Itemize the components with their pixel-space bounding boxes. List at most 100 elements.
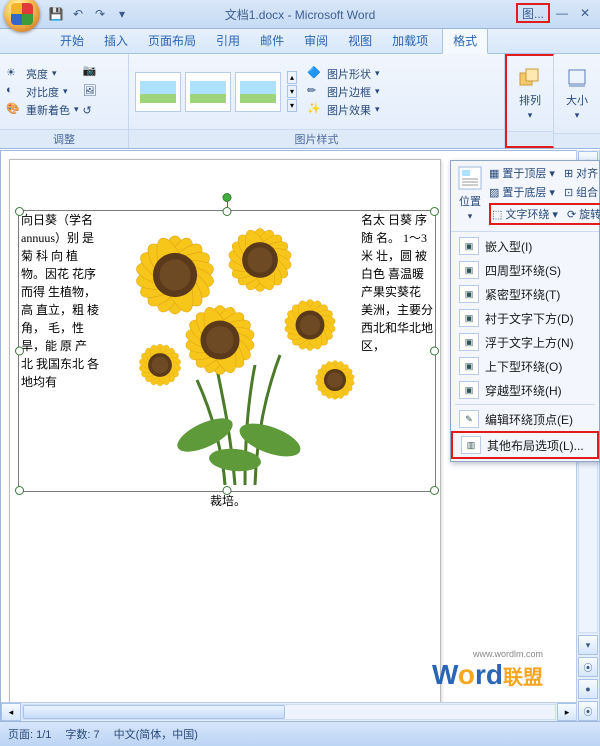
wrap-front[interactable]: ▣浮于文字上方(N) (451, 330, 599, 354)
save-icon[interactable]: 💾 (48, 6, 64, 22)
style-thumb-2[interactable] (185, 72, 231, 112)
edit-wrap-points[interactable]: ✎编辑环绕顶点(E) (451, 407, 599, 431)
edit-points-icon: ✎ (459, 410, 479, 428)
wrap-inline[interactable]: ▣嵌入型(I) (451, 234, 599, 258)
picture-shape-button[interactable]: 🔷图片形状 ▾ (307, 66, 380, 82)
status-language[interactable]: 中文(简体，中国) (114, 726, 198, 742)
tab-references[interactable]: 引用 (206, 28, 250, 53)
rotate-handle[interactable] (223, 193, 232, 202)
brightness-icon: ☀ (6, 66, 22, 82)
picture-effects-button[interactable]: ✨图片效果 ▾ (307, 102, 380, 118)
contrast-button[interactable]: ◐对比度 ▾ (6, 84, 79, 100)
more-layout-options[interactable]: ▥其他布局选项(L)... (451, 431, 599, 459)
position-icon (457, 165, 483, 191)
doc-text-left: 向日葵（学名 annuus）别 是 菊 科 向 植物。因花 花序而得 生植物，高… (21, 211, 101, 391)
undo-icon[interactable]: ↶ (70, 6, 86, 22)
chevron-down-icon: ▾ (575, 110, 580, 121)
compress-icon[interactable]: 📷 (83, 64, 99, 80)
tab-view[interactable]: 视图 (338, 28, 382, 53)
status-bar: 页面: 1/1 字数: 7 中文(简体，中国) (0, 721, 600, 746)
tab-home[interactable]: 开始 (50, 28, 94, 53)
selected-image-frame[interactable]: 向日葵（学名 annuus）别 是 菊 科 向 植物。因花 花序而得 生植物，高… (18, 210, 436, 492)
status-word-count[interactable]: 字数: 7 (65, 726, 99, 742)
sunflower-image (105, 205, 365, 485)
group-icon: ⊡ (564, 186, 573, 199)
size-button[interactable]: 大小 ▾ (555, 62, 599, 125)
resize-handle-l[interactable] (15, 347, 24, 356)
tab-insert[interactable]: 插入 (94, 28, 138, 53)
titlebar: 💾 ↶ ↷ ▾ 文档1.docx - Microsoft Word 图... —… (0, 0, 600, 29)
chevron-down-icon: ▾ (528, 110, 533, 121)
scroll-down-icon[interactable]: ▾ (578, 635, 598, 655)
text-wrapping-button[interactable]: ⬚文字环绕▾ ⟳旋转▾ (489, 203, 600, 225)
recolor-icon: 🎨 (6, 102, 22, 118)
picture-tools-tab[interactable]: 图... (516, 3, 550, 23)
office-button[interactable] (4, 0, 40, 32)
picture-border-button[interactable]: ✏图片边框 ▾ (307, 84, 380, 100)
picture-shape-icon: 🔷 (307, 66, 323, 82)
wrap-square-icon: ▣ (459, 261, 479, 279)
tab-addin[interactable]: 加载项 (382, 28, 438, 53)
wrap-top-bottom[interactable]: ▣上下型环绕(O) (451, 354, 599, 378)
wrap-tight[interactable]: ▣紧密型环绕(T) (451, 282, 599, 306)
group-size: 大小 ▾ (554, 54, 600, 148)
brightness-button[interactable]: ☀亮度 ▾ (6, 66, 79, 82)
resize-handle-tr[interactable] (430, 207, 439, 216)
browse-object-icon[interactable]: ● (578, 679, 598, 699)
group-arrange: 排列 ▾ (505, 54, 554, 148)
prev-page-icon[interactable]: ⦿ (578, 657, 598, 677)
change-picture-icon[interactable]: 🖼 (83, 84, 99, 100)
tab-review[interactable]: 审阅 (294, 28, 338, 53)
align-icon: ⊞ (564, 167, 573, 180)
styles-more-icon[interactable]: ▾ (287, 99, 297, 112)
reset-picture-icon[interactable]: ↺ (83, 104, 99, 120)
rotate-icon: ⟳ (567, 208, 576, 221)
horizontal-scrollbar[interactable]: ◂ ▸ (1, 702, 577, 721)
arrange-popout: 位置▾ ▦置于顶层▾ ⊞对齐▾ ▨置于底层▾ ⊡组合▾ ⬚文字环绕▾ ⟳旋转▾ … (450, 160, 600, 462)
redo-icon[interactable]: ↷ (92, 6, 108, 22)
group-styles-label: 图片样式 (129, 129, 504, 148)
resize-handle-tl[interactable] (15, 207, 24, 216)
style-thumb-3[interactable] (235, 72, 281, 112)
resize-handle-r[interactable] (430, 347, 439, 356)
watermark: www.wordlm.com Word联盟 (432, 659, 543, 691)
recolor-button[interactable]: 🎨重新着色 ▾ (6, 102, 79, 118)
wrap-tight-icon: ▣ (459, 285, 479, 303)
wrap-through[interactable]: ▣穿越型环绕(H) (451, 378, 599, 402)
status-page[interactable]: 页面: 1/1 (8, 726, 51, 742)
wrap-front-icon: ▣ (459, 333, 479, 351)
tab-mailings[interactable]: 邮件 (250, 28, 294, 53)
bring-to-front-button[interactable]: ▦置于顶层▾ ⊞对齐▾ (489, 165, 600, 181)
picture-effects-icon: ✨ (307, 102, 323, 118)
wrap-topbottom-icon: ▣ (459, 357, 479, 375)
contrast-icon: ◐ (6, 84, 22, 100)
quick-access-toolbar: 💾 ↶ ↷ ▾ (48, 6, 130, 22)
wrap-inline-icon: ▣ (459, 237, 479, 255)
send-back-icon: ▨ (489, 186, 499, 199)
ribbon: ☀亮度 ▾ ◐对比度 ▾ 🎨重新着色 ▾ 📷 🖼 ↺ 调整 ▴ ▾ ▾ 🔷图片形 (0, 54, 600, 149)
wrap-behind[interactable]: ▣衬于文字下方(D) (451, 306, 599, 330)
minimize-button[interactable]: — (551, 5, 573, 21)
group-picture-styles: ▴ ▾ ▾ 🔷图片形状 ▾ ✏图片边框 ▾ ✨图片效果 ▾ 图片样式 (129, 54, 505, 148)
size-icon (563, 66, 591, 90)
send-to-back-button[interactable]: ▨置于底层▾ ⊡组合▾ (489, 184, 600, 200)
tab-format[interactable]: 格式 (442, 27, 488, 54)
arrange-button[interactable]: 排列 ▾ (508, 62, 552, 125)
close-button[interactable]: ✕ (574, 5, 596, 21)
text-wrap-icon: ⬚ (492, 208, 502, 221)
ribbon-tabs: 开始 插入 页面布局 引用 邮件 审阅 视图 加载项 格式 (0, 29, 600, 54)
doc-text-bottom-left: 裁培。 (210, 492, 246, 510)
wrap-square[interactable]: ▣四周型环绕(S) (451, 258, 599, 282)
qat-more-icon[interactable]: ▾ (114, 6, 130, 22)
styles-row-up-icon[interactable]: ▴ (287, 71, 297, 84)
position-button[interactable]: 位置▾ (457, 165, 483, 225)
group-adjust-label: 调整 (0, 129, 128, 148)
wrap-through-icon: ▣ (459, 381, 479, 399)
picture-border-icon: ✏ (307, 84, 323, 100)
group-adjust: ☀亮度 ▾ ◐对比度 ▾ 🎨重新着色 ▾ 📷 🖼 ↺ 调整 (0, 54, 129, 148)
next-page-icon[interactable]: ⦿ (578, 701, 598, 721)
styles-row-down-icon[interactable]: ▾ (287, 85, 297, 98)
tab-page-layout[interactable]: 页面布局 (138, 28, 206, 53)
more-options-icon: ▥ (461, 436, 481, 454)
style-thumb-1[interactable] (135, 72, 181, 112)
